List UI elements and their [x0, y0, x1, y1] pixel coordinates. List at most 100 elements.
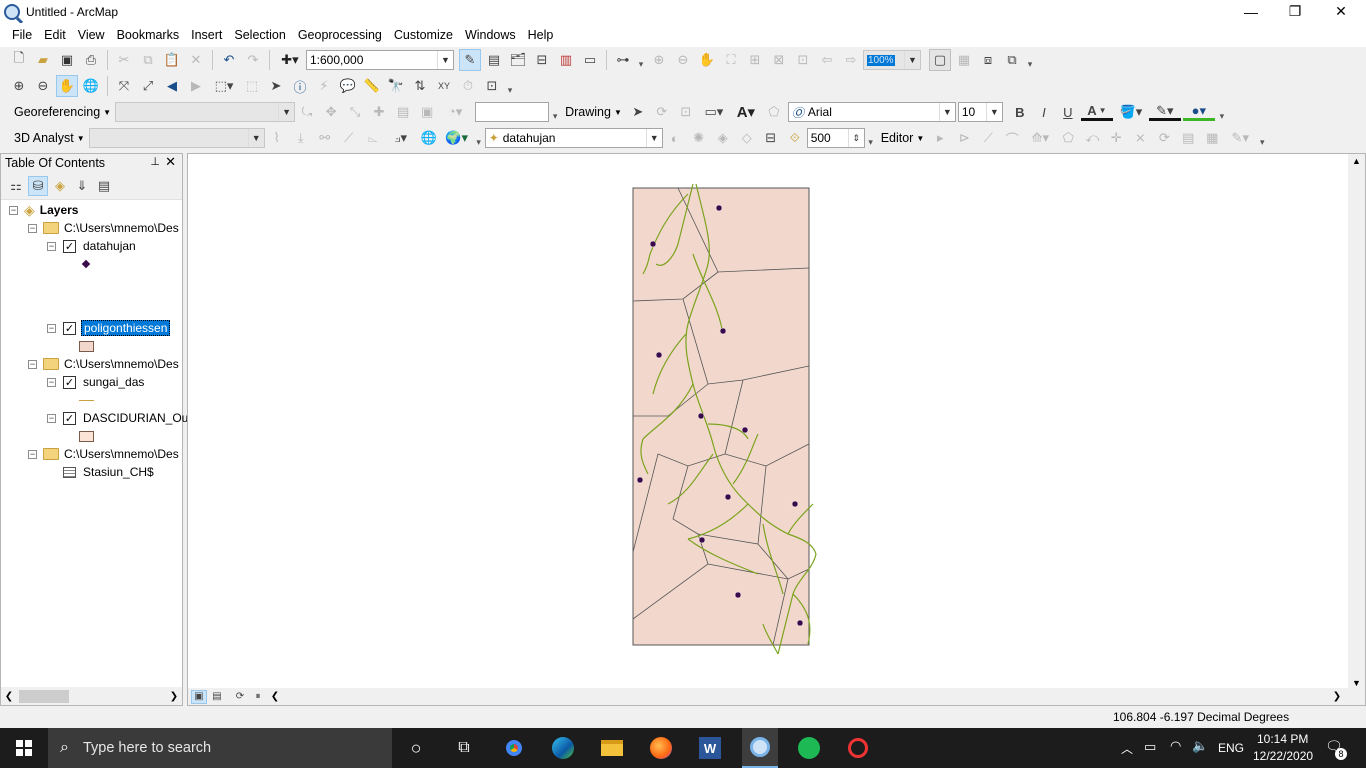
select-features-icon[interactable]: ⬚▾ [209, 75, 239, 97]
menu-view[interactable]: View [72, 23, 111, 47]
go-to-xy-icon[interactable]: XY [433, 75, 455, 97]
catalog-icon[interactable]: 🗂 [507, 49, 529, 71]
menu-bookmarks[interactable]: Bookmarks [111, 23, 186, 47]
visibility-checkbox[interactable]: ✓ [63, 239, 76, 253]
auto-registration-icon[interactable]: ◔▾ [440, 101, 470, 123]
close-icon[interactable]: ✕ [165, 154, 176, 170]
layout-zoom-combo[interactable]: 100% ▼ [863, 50, 921, 70]
fixed-zoom-out-icon[interactable]: ⊡ [792, 49, 814, 71]
time-slider-icon[interactable]: ⏱ [457, 75, 479, 97]
scroll-right-icon[interactable]: ❯ [1329, 691, 1345, 702]
cut-polygons-icon[interactable]: ✛ [1105, 127, 1127, 149]
calculator-icon[interactable]: ⊟ [760, 127, 782, 149]
toolbar-grip[interactable]: ▾ [507, 76, 513, 96]
map-canvas[interactable] [188, 154, 1348, 690]
chrome-icon[interactable] [500, 734, 528, 762]
visibility-checkbox[interactable]: ✓ [63, 411, 76, 425]
rotate-element-icon[interactable]: ⟳ [651, 101, 673, 123]
edit-tool-icon[interactable]: ▸ [929, 127, 951, 149]
font-name-combo[interactable]: Ⓞ Arial ▼ [787, 102, 956, 122]
python-window-icon[interactable]: ▭ [579, 49, 601, 71]
split-icon[interactable]: ⨯ [1129, 127, 1151, 149]
map-view[interactable]: ▲ ▼ ▣ ▤ ⟳ ⏸ ❮ ❯ [187, 153, 1366, 706]
brightness-icon[interactable]: ✺ [688, 127, 710, 149]
profile-graph-icon[interactable]: ⌳ [362, 127, 384, 149]
arcglobe-icon[interactable]: 🌍▾ [442, 127, 472, 149]
options-icon[interactable]: ▤ [94, 176, 114, 196]
edit-vertices-icon[interactable]: ⬠ [1057, 127, 1079, 149]
georef-layer-combo[interactable]: ▼ [115, 102, 296, 122]
3d-layer-combo[interactable]: ▼ [88, 128, 265, 148]
taskbar-search-box[interactable]: ⌕ Type here to search [48, 728, 392, 768]
scroll-left-icon[interactable]: ❮ [267, 691, 283, 702]
viewer-icon[interactable]: ▣ [416, 101, 438, 123]
add-data-icon[interactable]: ✚▾ [275, 49, 305, 71]
list-by-visibility-icon[interactable]: ◈ [50, 176, 70, 196]
layer-name[interactable]: poligonthiessen [81, 320, 171, 336]
open-folder-icon[interactable]: ▰ [32, 49, 54, 71]
show-hidden-icons-icon[interactable]: ︿ [1121, 740, 1133, 757]
georeferencing-menu[interactable]: Georeferencing ▼ [10, 105, 115, 119]
go-back-extent-icon[interactable]: ◀ [161, 75, 183, 97]
menu-edit[interactable]: Edit [38, 23, 72, 47]
bold-button[interactable]: B [1009, 101, 1031, 123]
toggle-draft-mode-icon[interactable]: ▢ [929, 49, 951, 71]
layout-zoom-out-icon[interactable]: ⊖ [672, 49, 694, 71]
layer-name[interactable]: datahujan [83, 239, 136, 253]
zoom-100-icon[interactable]: ⊞ [744, 49, 766, 71]
folder-path[interactable]: C:\Users\mnemo\Des [64, 447, 179, 461]
save-icon[interactable]: ▣ [56, 49, 78, 71]
volume-icon[interactable]: 🔈 [1192, 738, 1208, 754]
legend-point-symbol[interactable] [81, 255, 91, 273]
arcscene-icon[interactable]: 🌐 [418, 127, 440, 149]
map-scale-combo[interactable]: 1:600,000 ▼ [306, 50, 454, 70]
layer-name[interactable]: DASCIDURIAN_Ou [83, 411, 188, 425]
table-of-contents-icon[interactable]: ▤ [483, 49, 505, 71]
transparency-icon[interactable]: ◈ [712, 127, 734, 149]
marker-color-icon[interactable]: ●▾ [1182, 103, 1215, 121]
end-point-arc-icon[interactable]: ⌒ [1001, 127, 1023, 149]
scroll-thumb[interactable] [19, 689, 69, 703]
font-color-button[interactable]: A ▼ [1080, 103, 1113, 121]
menu-help[interactable]: Help [522, 23, 560, 47]
visibility-checkbox[interactable]: ✓ [63, 375, 76, 389]
menu-geoprocessing[interactable]: Geoprocessing [292, 23, 388, 47]
word-icon[interactable]: W [696, 734, 724, 762]
zoom-out-icon[interactable]: ⊖ [32, 75, 54, 97]
close-button[interactable]: ✕ [1318, 0, 1364, 23]
zoom-to-selected-elements-icon[interactable]: ⊡ [675, 101, 697, 123]
editor-menu[interactable]: Editor ▼ [877, 131, 929, 145]
cortana-icon[interactable]: ○ [402, 734, 430, 762]
fill-color-icon[interactable]: 🪣▾ [1115, 101, 1147, 123]
visibility-checkbox[interactable]: ✓ [63, 321, 76, 335]
list-by-source-icon[interactable]: ⛁ [28, 175, 48, 196]
print-icon[interactable]: ⎙ [80, 49, 102, 71]
scroll-right-icon[interactable]: ❯ [166, 691, 182, 702]
rotate-icon[interactable]: ⤿ [296, 101, 318, 123]
hyperlink-icon[interactable]: ⚡ [313, 75, 335, 97]
legend-polygon-symbol[interactable] [79, 337, 94, 355]
trace-icon[interactable]: ⟰▾ [1025, 127, 1055, 149]
new-document-icon[interactable]: 🗋 [8, 49, 30, 71]
editor-toolbar-icon[interactable]: ✎ [459, 49, 481, 71]
arctoolbox-icon[interactable]: ▥ [555, 49, 577, 71]
layer-name[interactable]: sungai_das [83, 375, 144, 389]
contour-icon[interactable]: ⌇ [266, 127, 288, 149]
find-icon[interactable]: 🔭 [385, 75, 407, 97]
select-elements-icon[interactable]: ➤ [265, 75, 287, 97]
model-builder-icon[interactable]: ⊶ [612, 49, 634, 71]
menu-customize[interactable]: Customize [388, 23, 459, 47]
reshape-icon[interactable]: ⤺ [1081, 127, 1103, 149]
georef-input-field[interactable] [475, 102, 550, 122]
folder-path[interactable]: C:\Users\mnemo\Des [64, 221, 179, 235]
toc-horizontal-scrollbar[interactable]: ❮ ❯ [1, 687, 182, 705]
battery-icon[interactable]: ▭ [1144, 739, 1156, 755]
map-vertical-scrollbar[interactable]: ▲ ▼ [1348, 154, 1365, 690]
minimize-button[interactable]: — [1228, 0, 1274, 23]
legend-polygon-symbol[interactable] [79, 427, 94, 445]
arcmap-taskbar-icon[interactable] [742, 728, 778, 768]
copy-icon[interactable]: ⧉ [137, 49, 159, 71]
language-indicator[interactable]: ENG [1218, 741, 1244, 755]
task-view-icon[interactable]: ⧉ [450, 734, 478, 762]
pan-icon[interactable]: ✋ [56, 75, 78, 97]
